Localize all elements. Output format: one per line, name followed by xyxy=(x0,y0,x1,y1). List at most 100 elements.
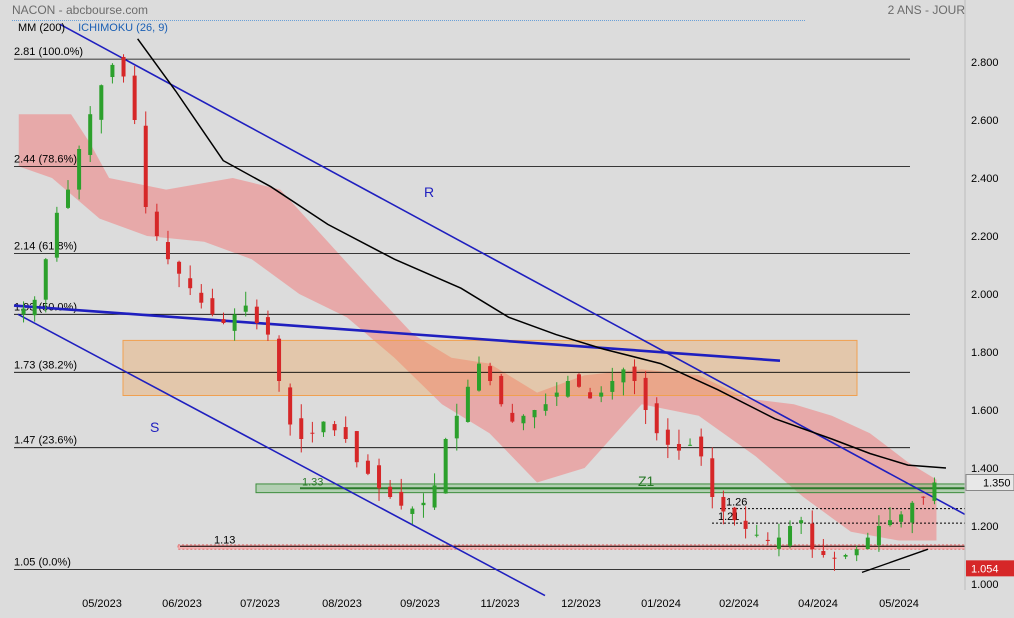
candle-body xyxy=(21,308,26,315)
y-tick-label: 2.400 xyxy=(971,173,999,185)
candle-body xyxy=(499,375,504,405)
candle-body xyxy=(410,508,415,514)
candle-body xyxy=(621,369,626,383)
candle-body xyxy=(843,555,848,557)
candle-body xyxy=(43,259,48,300)
candle-body xyxy=(399,491,404,506)
y-tick-label: 2.000 xyxy=(971,289,999,301)
candle-body xyxy=(388,486,393,497)
fib-label: 1.05 (0.0%) xyxy=(14,557,71,569)
candle-body xyxy=(754,534,759,536)
candle-body xyxy=(321,421,326,433)
candle-body xyxy=(332,424,337,431)
candle-body xyxy=(788,526,793,546)
candle-body xyxy=(343,427,348,439)
candle-body xyxy=(676,444,681,451)
candle-body xyxy=(32,299,37,316)
support-label: 1.13 xyxy=(214,534,235,546)
candle-body xyxy=(454,415,459,439)
fib-label: 1.73 (38.2%) xyxy=(14,359,77,371)
candle-body xyxy=(232,314,237,331)
ma-legend: MM (200) xyxy=(18,22,66,34)
x-tick-label: 01/2024 xyxy=(641,598,681,610)
candle-body xyxy=(932,482,937,501)
x-tick-label: 04/2024 xyxy=(798,598,838,610)
y-tick-label: 1.800 xyxy=(971,347,999,359)
candle-body xyxy=(288,387,293,425)
candle-body xyxy=(354,431,359,463)
candle-body xyxy=(732,507,737,521)
candle-body xyxy=(65,189,70,208)
candle-body xyxy=(521,415,526,424)
last-price-label: 1.350 xyxy=(983,478,1011,490)
candle-body xyxy=(177,261,182,274)
cloud-shape xyxy=(18,114,937,541)
support-label: 1.33 xyxy=(302,476,323,488)
candle-body xyxy=(188,278,193,289)
candle-body xyxy=(465,386,470,422)
ichimoku-legend: ICHIMOKU (26, 9) xyxy=(78,22,168,34)
candle-body xyxy=(432,485,437,508)
candle-body xyxy=(488,366,493,381)
candle-body xyxy=(88,114,93,155)
chart-area: 2.81 (100.0%)2.44 (78.6%)2.14 (61.8%)1.9… xyxy=(0,0,1014,613)
candle-body xyxy=(221,319,226,323)
chart-svg: 2.81 (100.0%)2.44 (78.6%)2.14 (61.8%)1.9… xyxy=(13,0,1014,610)
fib-label: 1.47 (23.6%) xyxy=(14,435,77,447)
candle-body xyxy=(799,520,804,524)
x-tick-label: 06/2023 xyxy=(162,598,202,610)
candle-body xyxy=(99,85,104,120)
candle-body xyxy=(599,392,604,397)
y-tick-label: 1.200 xyxy=(971,521,999,533)
candle-body xyxy=(910,502,915,523)
candle-body xyxy=(154,211,159,236)
annotation-label: R xyxy=(424,184,434,200)
x-tick-label: 02/2024 xyxy=(719,598,759,610)
candle-body xyxy=(243,305,248,312)
candle-body xyxy=(143,125,148,207)
candle-body xyxy=(532,410,537,418)
annotation-label: Z1 xyxy=(638,473,655,489)
x-tick-label: 11/2023 xyxy=(481,598,520,610)
y-axis: 2.800 2.600 2.400 2.200 2.000 1.800 1.600 1.400… xyxy=(964,0,1014,591)
x-tick-label: 05/2024 xyxy=(879,598,919,610)
candle-body xyxy=(776,537,781,549)
x-axis: 05/2023 06/2023 07/2023 08/2023 09/2023 11/20… xyxy=(82,598,919,610)
candle-body xyxy=(421,502,426,506)
x-tick-label: 07/2023 xyxy=(240,598,280,610)
y-tick-label: 1.000 xyxy=(971,579,999,591)
candle-body xyxy=(265,317,270,335)
candle-body xyxy=(743,520,748,529)
support-trendline xyxy=(861,548,929,574)
chart-source-title: NACON - abcbourse.com xyxy=(12,3,149,17)
candle-body xyxy=(121,56,126,77)
candle-body xyxy=(721,496,726,512)
low-price-label: 1.054 xyxy=(971,563,999,575)
candle-body xyxy=(554,392,559,397)
candle-body xyxy=(277,338,282,381)
candle-body xyxy=(854,549,859,556)
y-tick-label: 1.600 xyxy=(971,405,999,417)
candle-body xyxy=(665,429,670,445)
legend-separator xyxy=(12,20,805,21)
support-1-13-zone xyxy=(177,544,966,550)
candle-body xyxy=(865,537,870,550)
ichimoku-cloud xyxy=(18,114,937,541)
fib-label: 2.81 (100.0%) xyxy=(14,46,83,58)
candle-body xyxy=(688,444,693,446)
x-tick-label: 08/2023 xyxy=(322,598,362,610)
candle-body xyxy=(565,381,570,397)
candle-body xyxy=(643,377,648,410)
indicator-legend: MM (200) ICHIMOKU (26, 9) xyxy=(18,22,168,34)
candle-body xyxy=(365,460,370,474)
candle-body xyxy=(699,436,704,457)
candle-body xyxy=(888,520,893,526)
candle-body xyxy=(765,539,770,541)
candle-body xyxy=(899,514,904,522)
candle-body xyxy=(377,465,382,489)
candle-body xyxy=(110,64,115,78)
candle-body xyxy=(710,458,715,497)
candle-body xyxy=(77,149,82,190)
candle-body xyxy=(576,374,581,387)
candle-body xyxy=(821,551,826,555)
